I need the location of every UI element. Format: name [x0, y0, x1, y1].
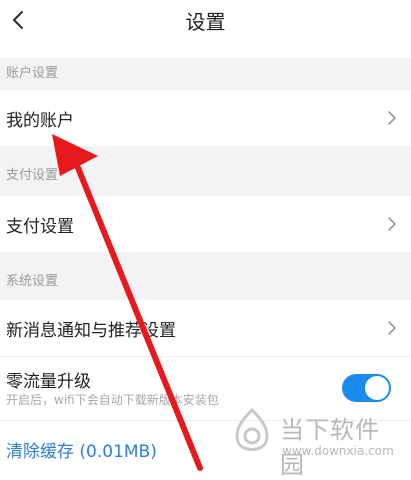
chevron-right-icon: [388, 321, 396, 335]
row-payment-settings[interactable]: 支付设置: [0, 196, 411, 252]
clear-cache-link[interactable]: 清除缓存 (0.01MB): [6, 437, 157, 462]
chevron-right-icon: [388, 217, 396, 231]
row-label: 零流量升级: [6, 372, 91, 392]
watermark-logo-icon: [235, 407, 269, 451]
row-label: 支付设置: [6, 216, 74, 237]
row-label: 新消息通知与推荐设置: [6, 320, 176, 341]
watermark: 当下软件园 www.downxia.com: [228, 402, 404, 479]
toggle-knob: [365, 376, 389, 400]
page-title: 设置: [185, 10, 226, 34]
row-my-account[interactable]: 我的账户: [0, 90, 411, 146]
row-label: 我的账户: [6, 110, 74, 131]
row-description: 开启后，wifi下会自动下载新版本安装包: [6, 393, 219, 407]
watermark-url: www.downxia.com: [282, 444, 394, 458]
section-header-system: 系统设置: [0, 252, 411, 300]
chevron-right-icon: [388, 111, 396, 125]
section-header-account: 账户设置: [0, 58, 411, 90]
header-bar: 设置: [0, 0, 411, 44]
row-notifications[interactable]: 新消息通知与推荐设置: [0, 300, 411, 356]
zero-traffic-toggle[interactable]: [342, 374, 391, 402]
section-header-payment: 支付设置: [0, 146, 411, 196]
